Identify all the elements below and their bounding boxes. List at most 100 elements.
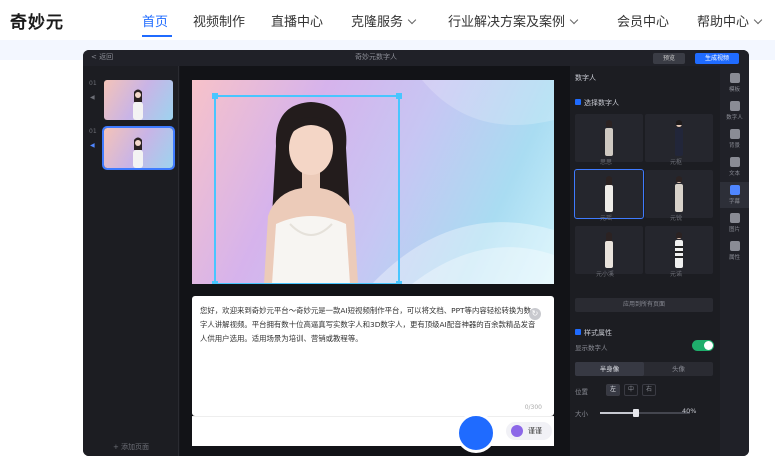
avatar-name: 元诺 xyxy=(670,271,683,278)
size-slider-fill xyxy=(600,412,636,414)
avatar-option[interactable] xyxy=(645,114,713,162)
rail-avatar[interactable]: 数字人 xyxy=(720,98,749,124)
segment-head[interactable]: 头像 xyxy=(644,362,713,376)
avatar-thumbnail-icon xyxy=(133,137,143,168)
avatar-icon xyxy=(729,101,740,111)
avatar-figure-icon xyxy=(675,232,683,268)
play-button[interactable] xyxy=(456,413,496,453)
preview-button[interactable]: 预览 xyxy=(653,53,685,64)
rail-image[interactable]: 图片 xyxy=(720,210,749,236)
canvas-area: 您好，欢迎来到奇妙元平台～奇妙元是一款AI短视频制作平台，可以将文档、PPT等内… xyxy=(180,66,570,456)
avatar-figure-icon xyxy=(605,232,613,268)
position-label: 位置 xyxy=(575,388,588,396)
scene-thumbnail xyxy=(102,126,175,170)
avatar-figure-icon xyxy=(675,120,683,156)
avatar-name: 思思 xyxy=(600,159,613,166)
scene-item[interactable]: 01 ◀ xyxy=(89,80,173,126)
nav-video-make[interactable]: 视频制作 xyxy=(193,11,245,30)
script-text[interactable]: 您好，欢迎来到奇妙元平台～奇妙元是一款AI短视频制作平台，可以将文档、PPT等内… xyxy=(200,304,538,346)
image-icon xyxy=(729,213,740,223)
nav-home[interactable]: 首页 xyxy=(142,11,168,30)
subtitle-icon xyxy=(729,185,740,195)
speaker-icon: ◀ xyxy=(90,142,95,149)
avatar-name: 元锐 xyxy=(670,215,683,222)
size-value[interactable]: 40% xyxy=(682,407,696,415)
size-label: 大小 xyxy=(575,410,588,418)
resize-handle[interactable] xyxy=(396,93,402,99)
avatar-figure-icon xyxy=(605,120,613,156)
chevron-down-icon xyxy=(753,15,763,25)
scene-number: 01 xyxy=(89,128,97,135)
size-slider[interactable] xyxy=(600,409,690,417)
script-editor[interactable]: 您好，欢迎来到奇妙元平台～奇妙元是一款AI短视频制作平台，可以将文档、PPT等内… xyxy=(192,296,554,416)
editor-window: < 返回 奇妙元数字人 预览 生成视频 01 ◀ 01 ◀ + 添加页面 您好，… xyxy=(83,50,749,456)
template-icon xyxy=(729,73,740,83)
select-avatar-checkbox[interactable]: 选择数字人 xyxy=(575,98,619,108)
apply-all-button[interactable]: 应用到所有页面 xyxy=(575,298,713,312)
editor-toolbar: < 返回 奇妙元数字人 预览 生成视频 xyxy=(83,50,749,66)
avatar-option[interactable] xyxy=(575,226,643,274)
rail-subtitle[interactable]: 字幕 xyxy=(720,182,749,208)
panel-title: 数字人 xyxy=(575,74,596,82)
rail-template[interactable]: 模板 xyxy=(720,70,749,96)
rail-text[interactable]: 文本 xyxy=(720,154,749,180)
site-logo[interactable]: 奇妙元 xyxy=(10,8,64,33)
segment-half-body[interactable]: 半身像 xyxy=(575,362,644,376)
avatar-option[interactable] xyxy=(575,114,643,162)
avatar-name: 元瑶 xyxy=(600,215,613,222)
rail-property[interactable]: 属性 xyxy=(720,238,749,264)
video-preview[interactable] xyxy=(192,80,554,284)
avatar-name: 元小溪 xyxy=(596,271,615,278)
nav-live-center[interactable]: 直播中心 xyxy=(271,11,323,30)
nav-clone-service[interactable]: 克隆服务 xyxy=(351,11,417,30)
back-button[interactable]: < 返回 xyxy=(91,52,113,62)
nav-member-center[interactable]: 会员中心 xyxy=(617,11,669,30)
position-center-button[interactable]: 中 xyxy=(624,384,638,396)
chevron-down-icon xyxy=(407,15,417,25)
avatar-name: 元枢 xyxy=(670,159,683,166)
show-avatar-toggle[interactable] xyxy=(692,340,714,351)
resize-handle[interactable] xyxy=(212,93,218,99)
avatar-option[interactable] xyxy=(645,226,713,274)
avatar-type-segment: 半身像 头像 xyxy=(575,362,713,376)
size-slider-handle[interactable] xyxy=(633,409,639,417)
checkbox-icon xyxy=(575,99,581,105)
chevron-down-icon xyxy=(569,15,579,25)
scene-panel: 01 ◀ 01 ◀ + 添加页面 xyxy=(83,66,179,456)
tool-rail: 模板 数字人 背景 文本 字幕 图片 属性 xyxy=(720,66,749,456)
add-page-button[interactable]: + 添加页面 xyxy=(83,442,179,452)
refresh-icon[interactable]: ↻ xyxy=(529,308,541,320)
scene-number: 01 xyxy=(89,80,97,87)
nav-help-center[interactable]: 帮助中心 xyxy=(697,11,763,30)
project-title: 奇妙元数字人 xyxy=(355,53,397,61)
avatar-selection-box[interactable] xyxy=(212,93,402,284)
avatar-thumbnail-icon xyxy=(133,89,143,120)
property-icon xyxy=(729,241,740,251)
avatar-option-selected[interactable] xyxy=(574,169,644,219)
avatar-option[interactable] xyxy=(645,170,713,218)
speaker-icon: ◀ xyxy=(90,94,95,101)
nav-active-underline xyxy=(142,35,172,37)
nav-industry-solutions[interactable]: 行业解决方案及案例 xyxy=(448,11,579,30)
voice-name: 谨谨 xyxy=(528,427,542,435)
position-right-button[interactable]: 右 xyxy=(642,384,656,396)
background-icon xyxy=(729,129,740,139)
avatar-figure-icon xyxy=(605,176,613,212)
style-checkbox[interactable]: 样式属性 xyxy=(575,328,612,338)
position-left-button[interactable]: 左 xyxy=(606,384,620,396)
voice-selector[interactable]: 谨谨 xyxy=(506,422,552,440)
checkbox-icon xyxy=(575,329,581,335)
property-panel: 数字人 选择数字人 思思 元枢 元瑶 元锐 元小溪 元诺 应用到所有页面 样式属… xyxy=(570,66,720,456)
scene-thumbnail xyxy=(104,80,173,120)
scene-item-selected[interactable]: 01 ◀ xyxy=(89,126,175,174)
avatar-figure-icon xyxy=(675,176,683,212)
resize-handle[interactable] xyxy=(212,281,218,284)
rail-background[interactable]: 背景 xyxy=(720,126,749,152)
show-avatar-label: 显示数字人 xyxy=(575,344,608,352)
char-count: 0/300 xyxy=(524,404,542,411)
voice-icon xyxy=(511,425,523,437)
text-icon xyxy=(729,157,740,167)
export-button[interactable]: 生成视频 xyxy=(695,53,739,64)
script-footer xyxy=(192,416,554,446)
resize-handle[interactable] xyxy=(396,281,402,284)
